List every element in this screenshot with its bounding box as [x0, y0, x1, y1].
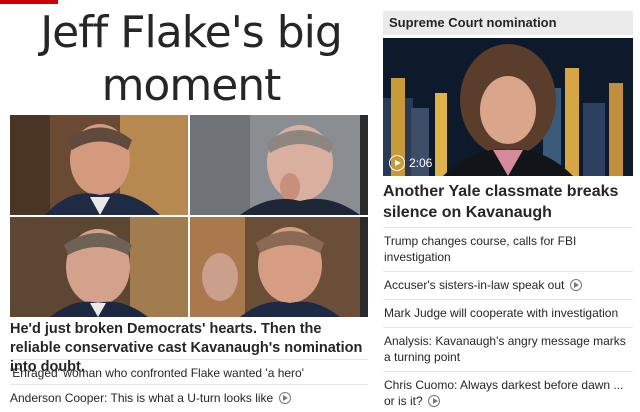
photo-2 — [190, 115, 368, 215]
list-item-label: 'Enraged' woman who confronted Flake wan… — [10, 366, 305, 380]
video-duration: 2:06 — [409, 156, 433, 170]
list-item[interactable]: Analysis: Kavanaugh's angry message mark… — [383, 327, 633, 371]
photo-4 — [190, 217, 368, 317]
list-item-label: Chris Cuomo: Always darkest before dawn … — [384, 378, 624, 408]
list-item[interactable]: Chris Cuomo: Always darkest before dawn … — [383, 371, 633, 412]
list-item[interactable]: Mark Judge will cooperate with investiga… — [383, 299, 633, 327]
play-circle-icon — [389, 155, 405, 171]
play-circle-icon — [569, 279, 582, 291]
main-story: Jeff Flake's big moment He'd just broken… — [0, 0, 372, 412]
list-item[interactable]: 'Enraged' woman who confronted Flake wan… — [10, 359, 368, 384]
main-headline[interactable]: Jeff Flake's big moment — [10, 6, 372, 112]
list-item-label: Trump changes course, calls for FBI inve… — [384, 234, 577, 264]
section-header[interactable]: Supreme Court nomination — [383, 11, 633, 35]
list-item[interactable]: Accuser's sisters-in-law speak out — [383, 271, 633, 299]
sidebar-list: Trump changes course, calls for FBI inve… — [383, 227, 633, 412]
list-item[interactable]: Trump changes course, calls for FBI inve… — [383, 227, 633, 271]
photo-collage[interactable] — [10, 115, 368, 317]
play-circle-icon — [428, 395, 441, 407]
play-circle-icon — [278, 392, 291, 404]
list-item-label: Anderson Cooper: This is what a U-turn l… — [10, 391, 274, 405]
video-duration-badge: 2:06 — [389, 155, 432, 171]
main-story-related-list: 'Enraged' woman who confronted Flake wan… — [10, 359, 368, 409]
video-headline[interactable]: Another Yale classmate breaks silence on… — [383, 181, 633, 223]
photo-3 — [10, 217, 188, 317]
photo-1 — [10, 115, 188, 215]
sidebar: Supreme Court nomination 2:06 Another Ya… — [383, 0, 633, 412]
video-thumbnail[interactable]: 2:06 — [383, 38, 633, 176]
list-item-label: Mark Judge will cooperate with investiga… — [384, 306, 619, 320]
list-item[interactable]: Anderson Cooper: This is what a U-turn l… — [10, 384, 368, 409]
list-item-label: Analysis: Kavanaugh's angry message mark… — [384, 334, 626, 364]
list-item-label: Accuser's sisters-in-law speak out — [384, 278, 565, 292]
